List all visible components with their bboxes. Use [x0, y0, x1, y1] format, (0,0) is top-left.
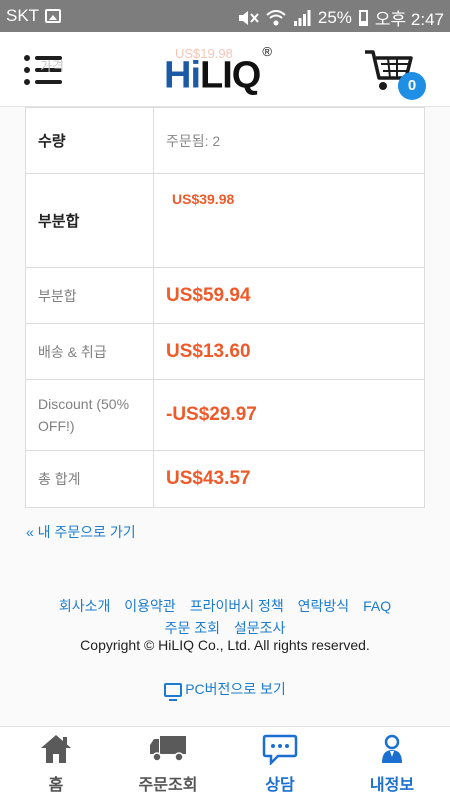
footer-link-about[interactable]: 회사소개	[59, 598, 111, 614]
subtotal-value: US$59.94	[166, 284, 251, 306]
hiliq-logo[interactable]: HiLIQ®	[164, 44, 272, 98]
nav-consult-label: 상담	[265, 777, 295, 794]
clock: 오후 2:47	[374, 10, 444, 29]
truck-icon	[150, 736, 186, 762]
carrier-label: SKT	[6, 6, 40, 25]
quantity-label: 수량	[25, 107, 154, 174]
chat-icon	[262, 734, 298, 765]
footer-link-order-lookup[interactable]: 주문 조회	[165, 620, 220, 636]
copyright-text: Copyright © HiLIQ Co., Ltd. All rights r…	[80, 637, 370, 653]
image-notification-icon	[45, 9, 62, 23]
logo-registered-mark: ®	[262, 44, 272, 59]
background-label-ghost: 가격	[40, 59, 64, 74]
grand-total-label: 총 합계	[25, 450, 154, 508]
footer-link-privacy[interactable]: 프라이버시 정책	[190, 598, 284, 614]
footer-link-survey[interactable]: 설문조사	[234, 620, 286, 636]
order-summary-table: 수량 주문됨: 2 부분합 US$39.98 부분합 US$59.94 배송 &…	[25, 107, 425, 508]
logo-liq: LIQ	[200, 54, 261, 97]
battery-percent: 25%	[317, 7, 352, 27]
quantity-value: 주문됨: 2	[166, 132, 221, 149]
discount-label: Discount (50% OFF!)	[25, 379, 154, 451]
table-row: 수량 주문됨: 2	[25, 107, 425, 174]
footer-link-contact[interactable]: 연락방식	[298, 598, 350, 614]
battery-icon	[358, 9, 368, 26]
cart-count-badge[interactable]: 0	[398, 72, 426, 100]
item-subtotal-value: US$39.98	[172, 190, 235, 207]
table-row: 총 합계 US$43.57	[25, 450, 425, 508]
footer-links: 회사소개 이용약관 프라이버시 정책 연락방식 FAQ 주문 조회 설문조사	[0, 595, 450, 639]
discount-value: -US$29.97	[166, 404, 257, 425]
shipping-value: US$13.60	[166, 340, 251, 362]
table-row: Discount (50% OFF!) -US$29.97	[25, 379, 425, 451]
pc-version-link[interactable]: PC버전으로 보기	[0, 679, 450, 701]
nav-my-info-label: 내정보	[369, 777, 415, 794]
person-icon	[382, 734, 402, 763]
table-row: 배송 & 취급 US$13.60	[25, 323, 425, 380]
nav-order-lookup-label: 주문조회	[138, 777, 198, 794]
grand-total-value: US$43.57	[166, 468, 251, 489]
nav-consult[interactable]: 상담	[224, 727, 336, 800]
logo-hi: Hi	[164, 54, 201, 97]
mute-icon	[238, 10, 259, 25]
signal-icon	[293, 9, 311, 26]
subtotal-label: 부분합	[25, 267, 154, 324]
footer-link-terms[interactable]: 이용약관	[124, 598, 176, 614]
nav-order-lookup[interactable]: 주문조회	[112, 727, 224, 800]
pc-version-label: PC버전으로 보기	[185, 681, 286, 697]
table-row: 부분합 US$39.98	[25, 173, 425, 268]
footer-link-faq[interactable]: FAQ	[363, 598, 391, 614]
shipping-label: 배송 & 취급	[25, 323, 154, 380]
app-header: 가격 US$19.98 HiLIQ® 0	[0, 32, 450, 107]
table-row: 부분합 US$59.94	[25, 267, 425, 324]
nav-home[interactable]: 홈	[0, 727, 112, 800]
monitor-icon	[164, 683, 183, 701]
back-to-orders-link[interactable]: « 내 주문으로 가기	[26, 522, 136, 542]
status-bar: SKT 25% 오후 2:47	[0, 0, 450, 32]
item-subtotal-label: 부분합	[25, 173, 154, 268]
home-icon	[41, 735, 71, 763]
bottom-nav: 홈 주문조회 상담 내정보	[0, 726, 450, 800]
wifi-icon	[266, 9, 286, 25]
nav-home-label: 홈	[48, 777, 64, 794]
nav-my-info[interactable]: 내정보	[336, 727, 448, 800]
